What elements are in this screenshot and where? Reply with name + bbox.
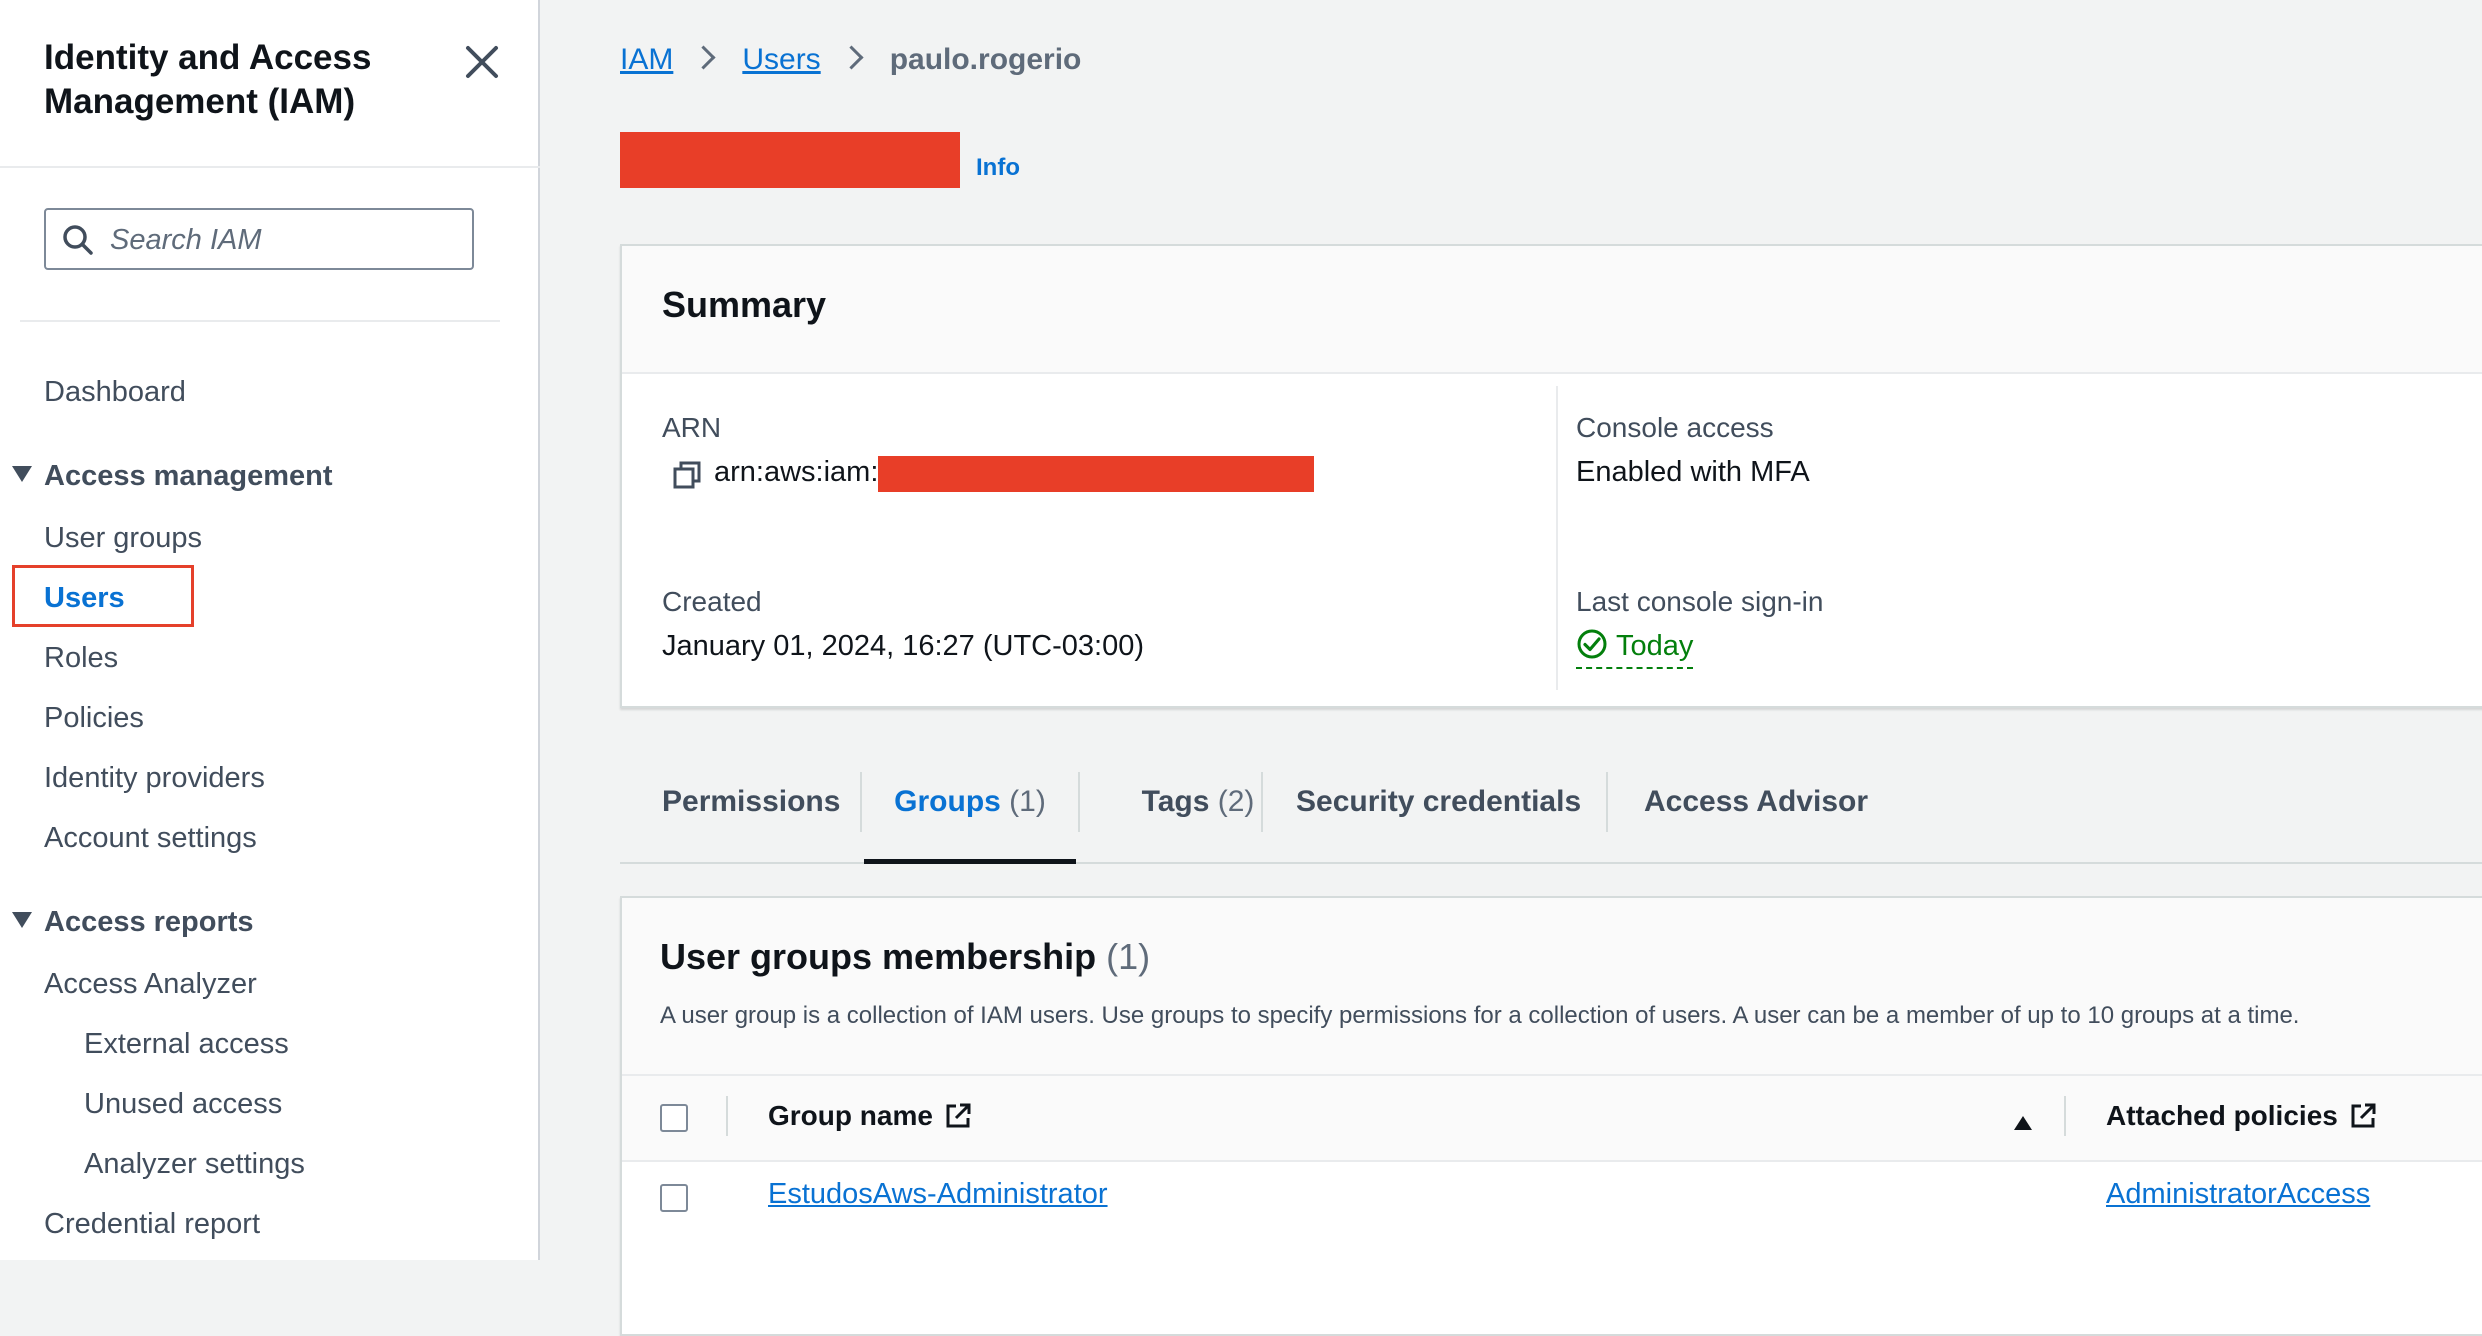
table-header: Group name Attached policies [622,1074,2482,1162]
sort-ascending-icon[interactable] [2014,1116,2032,1130]
tab-count: (1) [1009,785,1046,818]
sidebar-divider [20,320,500,322]
chevron-right-icon [839,45,864,70]
select-all-checkbox[interactable] [660,1104,688,1132]
last-signin-text: Today [1616,630,1694,662]
sidebar-item-analyzer-settings[interactable]: Analyzer settings [84,1146,305,1182]
section-access-management[interactable]: Access management [12,458,333,494]
tab-separator [1261,772,1263,832]
sidebar-item-access-analyzer[interactable]: Access Analyzer [44,966,257,1002]
sidebar-item-identity-providers[interactable]: Identity providers [44,760,265,796]
column-header-group-name[interactable]: Group name [768,1100,973,1133]
external-link-icon [946,1103,971,1128]
summary-title: Summary [662,284,827,325]
last-signin-value[interactable]: Today [1576,629,1694,670]
sidebar-item-unused-access[interactable]: Unused access [84,1086,282,1122]
sidebar-divider [0,166,540,168]
tab-bar: Permissions Groups (1) Tags (2) Security… [620,772,2482,864]
groups-header: User groups membership (1) A user group … [622,898,2482,1074]
tab-separator [1606,772,1608,832]
tab-access-advisor[interactable]: Access Advisor [1644,772,1868,860]
tab-label: Access Advisor [1644,785,1869,818]
chevron-right-icon [691,45,716,70]
console-access-label: Console access [1576,412,1774,443]
caret-down-icon [12,912,32,929]
sidebar-title: Identity and Access Management (IAM) [44,38,372,121]
section-label: Access reports [44,906,254,938]
sidebar-item-account-settings[interactable]: Account settings [44,820,257,856]
tab-count: (2) [1217,785,1255,818]
section-access-reports[interactable]: Access reports [12,904,254,940]
tab-groups[interactable]: Groups (1) [864,772,1076,864]
sidebar-item-credential-report[interactable]: Credential report [44,1206,260,1242]
close-icon[interactable] [462,42,502,82]
sidebar-item-user-groups[interactable]: User groups [44,520,202,556]
column-label: Group name [768,1100,933,1131]
arn-label: ARN [662,412,722,443]
section-label: Access management [44,460,333,492]
groups-title-text: User groups membership [660,936,1097,977]
column-separator [2064,1096,2066,1136]
breadcrumb-iam[interactable]: IAM [620,43,673,76]
summary-panel: Summary ARN arn:aws:iam:: Created Januar… [620,244,2482,708]
tab-label: Permissions [662,785,841,818]
tab-permissions[interactable]: Permissions [662,772,840,860]
highlight-box [12,565,194,627]
breadcrumb-users[interactable]: Users [742,43,820,76]
last-signin-label: Last console sign-in [1576,586,1824,617]
groups-panel: User groups membership (1) A user group … [620,896,2482,1336]
tab-label: Tags [1141,785,1210,818]
breadcrumb-current: paulo.rogerio [889,43,1082,76]
search-input[interactable] [108,218,462,262]
redacted-page-title [620,132,960,188]
sidebar-item-dashboard[interactable]: Dashboard [44,374,186,410]
sidebar-item-policies[interactable]: Policies [44,700,144,736]
attached-policy-link[interactable]: AdministratorAccess [2106,1178,2370,1211]
search-icon [63,225,93,255]
group-name-link[interactable]: EstudosAws-Administrator [768,1178,1108,1211]
info-link[interactable]: Info [976,154,1020,182]
groups-description: A user group is a collection of IAM user… [660,1002,2300,1029]
column-divider [1556,386,1558,690]
sidebar: Identity and Access Management (IAM) Das… [0,0,540,1260]
created-value: January 01, 2024, 16:27 (UTC-03:00) [662,630,1144,662]
external-link-icon [2351,1103,2376,1128]
groups-title: User groups membership (1) [660,936,1150,978]
tab-label: Groups [894,785,1001,818]
arn-value: arn:aws:iam:: [714,456,887,488]
column-separator [726,1096,728,1136]
tab-separator [1078,772,1080,832]
search-box[interactable] [44,208,474,270]
created-label: Created [662,586,762,617]
tab-label: Security credentials [1296,785,1582,818]
redacted-arn [878,456,1314,492]
column-label: Attached policies [2106,1100,2338,1131]
caret-down-icon [12,466,32,483]
column-header-attached-policies[interactable]: Attached policies [2106,1100,2378,1133]
check-circle-icon [1577,629,1607,659]
breadcrumb: IAM Users paulo.rogerio [620,40,1081,80]
summary-header: Summary [622,246,2482,374]
sidebar-item-roles[interactable]: Roles [44,640,118,676]
row-checkbox[interactable] [660,1184,688,1212]
groups-count: (1) [1106,936,1151,977]
copy-icon[interactable] [672,460,702,490]
tab-tags[interactable]: Tags (2) [1098,772,1298,860]
tab-separator [860,772,862,832]
sidebar-item-external-access[interactable]: External access [84,1026,289,1062]
tab-security-credentials[interactable]: Security credentials [1296,772,1581,860]
console-access-value: Enabled with MFA [1576,456,1810,488]
